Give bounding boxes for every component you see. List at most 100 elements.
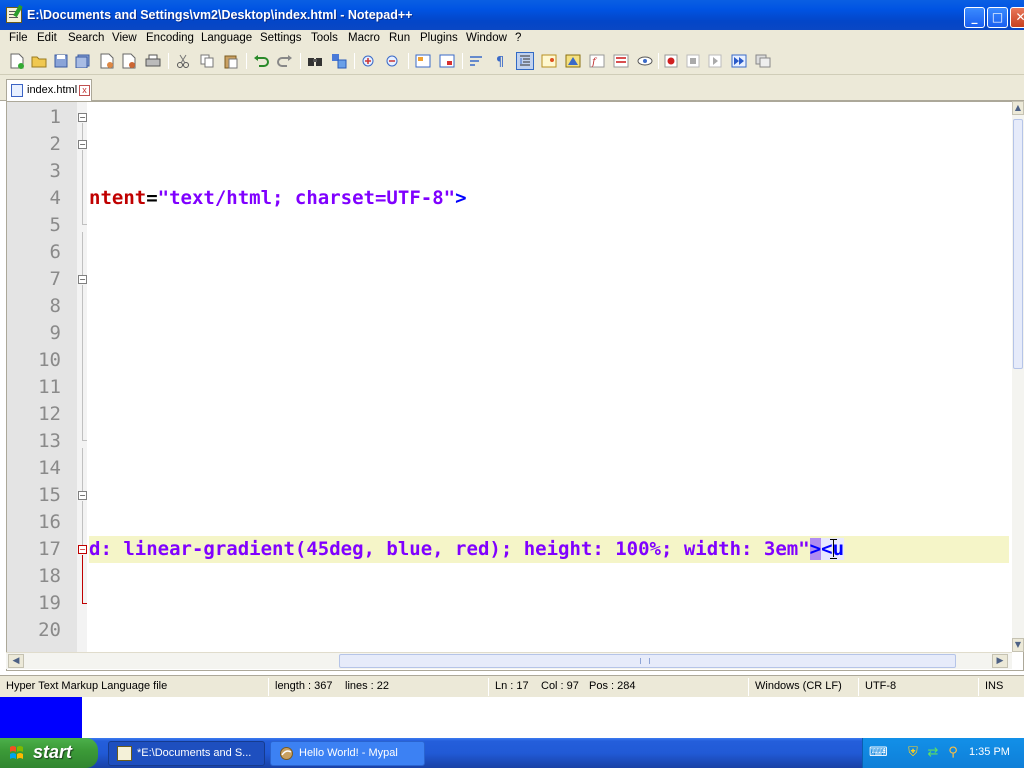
search-magnifier-icon[interactable]: ⚲ xyxy=(945,745,961,761)
folder-as-workspace-icon[interactable] xyxy=(612,52,630,70)
menu-window[interactable]: Window xyxy=(466,32,507,44)
tab-index-html[interactable]: index.html x xyxy=(6,79,92,101)
menu-help[interactable]: ? xyxy=(515,32,521,44)
scroll-left-arrow-icon[interactable]: ◀ xyxy=(8,654,24,668)
status-insert-mode: INS xyxy=(985,680,1004,692)
indent-guide-icon[interactable] xyxy=(516,52,534,70)
fold-line xyxy=(82,232,83,275)
menu-macro[interactable]: Macro xyxy=(348,32,380,44)
maximize-button[interactable]: □ xyxy=(987,7,1008,28)
sync-horizontal-icon[interactable] xyxy=(438,52,456,70)
close-file-icon[interactable] xyxy=(98,52,116,70)
save-all-icon[interactable] xyxy=(74,52,92,70)
macro-run-multiple-icon[interactable] xyxy=(730,52,748,70)
macro-play-icon[interactable] xyxy=(706,52,724,70)
taskbar-item-notepadpp[interactable]: *E:\Documents and S... xyxy=(108,741,265,766)
fold-toggle[interactable]: − xyxy=(78,113,87,122)
copy-icon[interactable] xyxy=(198,52,216,70)
word-wrap-icon[interactable] xyxy=(468,52,486,70)
code-area[interactable]: ntent="text/html; charset=UTF-8"> d: lin… xyxy=(89,102,1009,653)
function-list-icon[interactable]: f xyxy=(588,52,606,70)
user-defined-language-icon[interactable] xyxy=(540,52,558,70)
find-icon[interactable] xyxy=(306,52,324,70)
undo-icon[interactable] xyxy=(252,52,270,70)
toolbar-separator xyxy=(354,53,355,69)
fold-toggle[interactable]: − xyxy=(78,491,87,500)
desktop-area xyxy=(0,697,1024,738)
zoom-in-icon[interactable] xyxy=(360,52,378,70)
cut-icon[interactable] xyxy=(174,52,192,70)
vertical-scrollbar[interactable]: ▲ ▼ xyxy=(1012,101,1024,652)
line-number: 18 xyxy=(38,565,61,587)
horizontal-scrollbar[interactable]: ◀ ▶ xyxy=(6,652,1012,669)
line-number: 10 xyxy=(38,349,61,371)
macro-record-icon[interactable] xyxy=(662,52,680,70)
menu-search[interactable]: Search xyxy=(68,32,104,44)
document-map-icon[interactable] xyxy=(564,52,582,70)
menu-encoding[interactable]: Encoding xyxy=(146,32,194,44)
replace-icon[interactable] xyxy=(330,52,348,70)
vertical-scroll-thumb[interactable] xyxy=(1013,119,1023,369)
line-number: 1 xyxy=(49,106,61,128)
scroll-up-arrow-icon[interactable]: ▲ xyxy=(1012,101,1024,115)
menu-tools[interactable]: Tools xyxy=(311,32,338,44)
fold-end xyxy=(82,440,87,441)
macro-save-icon[interactable] xyxy=(754,52,772,70)
sync-vertical-icon[interactable] xyxy=(414,52,432,70)
horizontal-scroll-thumb[interactable] xyxy=(339,654,956,668)
scroll-right-arrow-icon[interactable]: ▶ xyxy=(992,654,1008,668)
menu-view[interactable]: View xyxy=(112,32,137,44)
system-tray: ⌨ ⛨ ⇄ ⚲ 1:35 PM xyxy=(862,738,1024,768)
zoom-out-icon[interactable] xyxy=(384,52,402,70)
macro-stop-icon[interactable] xyxy=(684,52,702,70)
fold-toggle[interactable]: − xyxy=(78,275,87,284)
menu-plugins[interactable]: Plugins xyxy=(420,32,458,44)
tab-bar: index.html x xyxy=(0,75,1024,101)
fold-end xyxy=(82,224,87,225)
print-icon[interactable] xyxy=(144,52,162,70)
show-all-characters-icon[interactable]: ¶ xyxy=(492,52,510,70)
close-button[interactable]: ✕ xyxy=(1010,7,1024,28)
menu-settings[interactable]: Settings xyxy=(260,32,302,44)
menu-run[interactable]: Run xyxy=(389,32,410,44)
mouse-ibeam-cursor xyxy=(830,539,838,559)
save-icon[interactable] xyxy=(52,52,70,70)
security-shield-icon[interactable]: ⛨ xyxy=(905,745,921,761)
fold-line-current xyxy=(82,555,83,603)
line-number: 14 xyxy=(38,457,61,479)
scroll-down-arrow-icon[interactable]: ▼ xyxy=(1012,638,1024,652)
toolbar-separator xyxy=(658,53,659,69)
desktop-blue-region xyxy=(0,697,82,738)
menu-language[interactable]: Language xyxy=(201,32,252,44)
network-icon[interactable]: ⇄ xyxy=(925,745,941,761)
monitoring-eye-icon[interactable] xyxy=(636,52,654,70)
notepadpp-app-icon[interactable] xyxy=(6,7,22,23)
svg-text:¶: ¶ xyxy=(496,55,504,68)
close-all-icon[interactable] xyxy=(120,52,138,70)
taskbar-item-label: *E:\Documents and S... xyxy=(137,747,252,759)
start-button[interactable]: start xyxy=(0,738,98,768)
minimize-button[interactable]: _ xyxy=(964,7,985,28)
menu-edit[interactable]: Edit xyxy=(37,32,57,44)
status-lines: lines : 22 xyxy=(345,680,390,692)
redo-icon[interactable] xyxy=(276,52,294,70)
taskbar-item-mypal[interactable]: Hello World! - Mypal xyxy=(270,741,425,766)
line-number: 2 xyxy=(49,133,61,155)
fold-line xyxy=(82,150,83,224)
editor-area[interactable]: 1 2 3 4 5 6 7 8 9 10 11 12 13 14 15 16 1… xyxy=(6,101,1024,671)
tab-close-icon[interactable]: x xyxy=(79,85,90,96)
code-line-17-current: d: linear-gradient(45deg, blue, red); he… xyxy=(89,536,1009,563)
fold-toggle-current[interactable]: − xyxy=(78,545,87,554)
open-file-icon[interactable] xyxy=(30,52,48,70)
equals-sign: = xyxy=(146,187,158,209)
menu-file[interactable]: File xyxy=(9,32,28,44)
line-number: 8 xyxy=(49,295,61,317)
clock[interactable]: 1:35 PM xyxy=(969,746,1010,758)
line-number: 20 xyxy=(38,619,61,641)
new-file-icon[interactable] xyxy=(8,52,26,70)
keyboard-icon[interactable]: ⌨ xyxy=(869,745,888,761)
paste-icon[interactable] xyxy=(222,52,240,70)
fold-line xyxy=(82,123,83,140)
fold-toggle[interactable]: − xyxy=(78,140,87,149)
line-number: 6 xyxy=(49,241,61,263)
